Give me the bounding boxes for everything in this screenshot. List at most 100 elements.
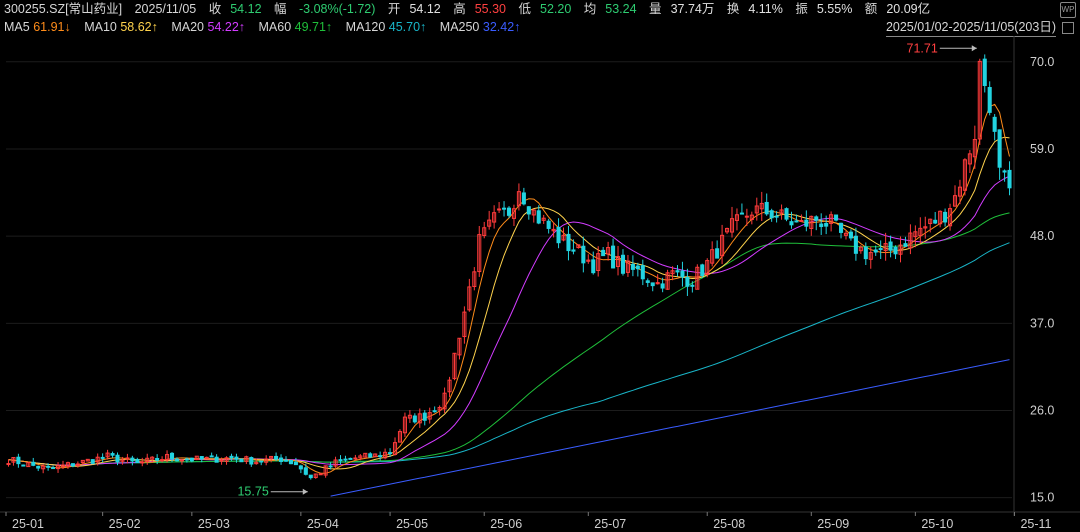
candle [655,274,660,285]
candle-body [204,456,209,459]
candle-body [343,458,348,461]
ma-legend-item[interactable]: MA10 58.62↑ [84,20,158,34]
candle [65,461,70,469]
candle [288,459,293,465]
ma-legend-item[interactable]: MA250 32.42↑ [440,20,521,34]
ma20-layer [8,175,1010,466]
volume-value: 37.74万 [670,2,715,16]
calendar-icon[interactable] [1062,22,1074,34]
date-range-selector[interactable]: 2025/01/02-2025/11/05(203日) [885,18,1056,37]
y-tick-label: 70.0 [1030,55,1054,69]
volume-label: 量 [649,2,662,16]
candle-body [348,457,353,460]
stock-code[interactable]: 300255.SZ[常山药业] [4,2,122,16]
ma10-layer [8,136,1010,470]
candle [249,456,254,467]
candle-body [700,264,705,277]
candle [467,278,472,312]
candle [224,456,229,465]
candle [977,58,982,145]
candle-body [903,243,908,247]
candle [883,232,888,261]
x-tick-label: 25-01 [12,517,44,531]
candle-body [650,282,655,287]
candle [55,462,61,473]
candle-body [789,221,794,226]
candle-body [184,458,189,461]
candle [967,150,972,173]
candle-body [135,458,140,463]
candle-body [660,283,665,289]
candle [982,54,987,93]
candle [779,204,784,220]
candle-body [46,465,51,468]
candle [675,265,680,277]
ma120-layer [8,242,1010,466]
annotation-label: 71.71 [907,41,938,55]
candlestick-chart[interactable]: 70.0 59.0 48.0 37.0 26.0 15.0 25-01 25-02 25-03… [0,36,1080,532]
candle-body [987,87,992,113]
candle [333,456,338,468]
ma-legend-item[interactable]: MA60 49.71↑ [259,20,333,34]
candle [214,454,219,463]
candle [160,456,165,463]
candle-body [630,263,635,270]
candle [90,459,95,465]
ma-legend-item[interactable]: MA5 61.91↓ [4,20,71,34]
candle-body [70,463,75,467]
candle [492,205,497,229]
candle [556,218,561,249]
candle [1007,161,1012,196]
ma-legend-item[interactable]: MA20 54.22↑ [171,20,245,34]
y-tick-label: 59.0 [1030,142,1054,156]
candle [452,352,457,381]
candle-body [1002,170,1007,173]
ma250-line [330,359,1010,497]
candle-body [690,284,695,287]
candle-body [640,265,645,280]
candle [541,214,546,224]
change-label: 幅 [274,2,287,16]
candle [923,216,928,239]
open-label: 开 [387,2,401,16]
candle [586,254,591,264]
x-tick-label: 25-06 [490,517,522,531]
candle [829,211,834,232]
candle-body [536,210,541,224]
candle [705,258,710,278]
candle-body [174,458,180,462]
candle [784,207,789,222]
ma-legend-item[interactable]: MA120 45.70↑ [346,20,427,34]
candle [402,412,407,437]
candle [700,263,705,279]
candle-body [794,220,799,223]
annotation-arrowhead [302,488,308,495]
ma120-line [8,242,1010,466]
candle-body [566,233,571,252]
candle [531,208,536,223]
ma5-layer [8,103,1010,474]
candle-body [819,223,824,228]
avg-value: 53.24 [605,2,637,16]
candle-body [328,465,333,468]
y-tick-label: 37.0 [1030,316,1054,330]
x-axis: 25-01 25-02 25-03 25-04 25-05 25-06 25-07 25-08… [0,511,1080,531]
ma5-line [8,103,1010,474]
candle [140,457,145,467]
candle-body [878,248,883,251]
candle-body [189,457,194,462]
candle [417,408,422,428]
quote-date: 2025/11/05 [134,2,197,16]
candle-body [769,210,774,219]
candle [26,462,31,468]
candle [497,202,502,213]
amount-value: 20.09亿 [886,2,931,16]
candle-body [784,208,789,220]
candle [769,208,774,222]
y-tick-label: 26.0 [1030,403,1054,417]
candle [576,244,581,249]
candle [992,114,997,141]
x-tick-label: 25-05 [396,517,428,531]
ma250-value: 32.42↑ [482,20,521,34]
candle-body [229,455,234,459]
